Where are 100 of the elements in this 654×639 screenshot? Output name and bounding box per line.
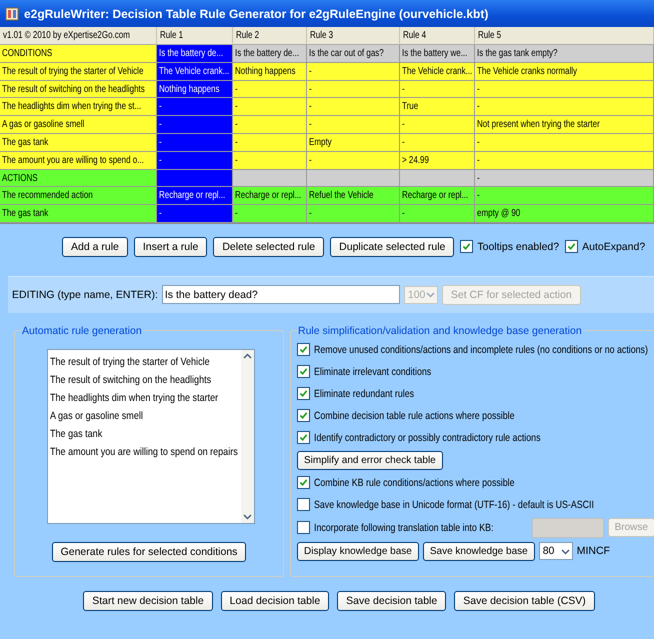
table-cell[interactable]: - [157, 116, 233, 134]
mincf-dropdown[interactable]: 80 [538, 542, 573, 560]
scroll-bar[interactable] [241, 350, 254, 523]
row-label[interactable]: The amount you are willing to spend o... [0, 152, 157, 170]
rule-button[interactable]: Delete selected rule [213, 236, 324, 257]
table-cell[interactable]: - [233, 116, 307, 134]
table-cell[interactable] [233, 170, 307, 188]
checkbox-label: AutoExpand? [582, 240, 646, 253]
row-label[interactable]: CONDITIONS [0, 45, 157, 63]
knowledge-base-button[interactable]: Display knowledge base [297, 542, 419, 561]
file-button[interactable]: Save decision table (CSV) [454, 590, 595, 611]
table-cell[interactable]: The Vehicle cranks normally [475, 62, 654, 81]
name-input-field[interactable]: Is the battery dead? [162, 285, 400, 304]
column-header[interactable]: Rule 5 [475, 27, 654, 45]
table-cell[interactable]: - [157, 152, 233, 170]
table-cell[interactable]: - [233, 152, 307, 170]
table-cell[interactable]: - [307, 152, 400, 170]
list-item[interactable]: The gas tank [50, 424, 236, 443]
table-cell[interactable]: Recharge or repl... [233, 187, 307, 206]
table-cell[interactable]: The Vehicle crank... [400, 62, 475, 81]
table-cell[interactable] [157, 170, 233, 188]
row-label[interactable]: ACTIONS [0, 170, 157, 188]
table-cell[interactable]: Nothing happens [157, 80, 233, 98]
row-label[interactable]: The headlights dim when trying the st... [0, 98, 157, 116]
row-label[interactable]: The gas tank [0, 205, 157, 223]
table-cell[interactable]: - [400, 134, 475, 152]
table-cell[interactable]: True [400, 98, 475, 116]
table-cell[interactable]: Refuel the Vehicle [307, 187, 400, 206]
row-label[interactable]: A gas or gasoline smell [0, 116, 157, 134]
group-title: Rule simplification/validation and knowledge base generation [297, 324, 583, 337]
column-header[interactable]: Rule 1 [157, 27, 233, 45]
simplify-button[interactable]: Simplify and error check table [297, 450, 443, 470]
checkbox[interactable] [297, 387, 310, 400]
table-cell[interactable]: - [475, 187, 654, 206]
table-cell[interactable]: Is the battery de... [157, 45, 233, 63]
list-item[interactable]: The result of switching on the headlights [50, 370, 236, 389]
file-button[interactable]: Save decision table [337, 590, 446, 611]
table-cell[interactable]: - [157, 134, 233, 152]
table-cell[interactable]: - [307, 205, 400, 223]
table-cell[interactable]: - [400, 116, 475, 134]
table-cell[interactable]: Empty [307, 134, 400, 152]
row-label[interactable]: The result of switching on the headlights [0, 80, 157, 98]
table-cell[interactable] [400, 170, 475, 188]
table-cell[interactable]: > 24.99 [400, 152, 475, 170]
table-cell[interactable]: Not present when trying the starter [475, 116, 654, 134]
column-header[interactable]: Rule 2 [233, 27, 307, 45]
checkbox[interactable] [297, 521, 310, 534]
table-cell[interactable]: - [233, 80, 307, 98]
table-cell[interactable]: Recharge or repl... [400, 187, 475, 206]
table-cell[interactable]: - [157, 98, 233, 116]
list-item[interactable]: The result of trying the starter of Vehicle [50, 352, 236, 371]
table-cell[interactable]: - [475, 98, 654, 116]
checkbox[interactable] [297, 365, 310, 378]
checkbox[interactable] [460, 240, 474, 254]
table-cell[interactable]: Nothing happens [233, 62, 307, 81]
column-header[interactable]: Rule 3 [307, 27, 400, 45]
knowledge-base-button[interactable]: Save knowledge base [422, 542, 535, 561]
table-cell[interactable]: Is the gas tank empty? [475, 45, 654, 63]
condition-list[interactable] [47, 348, 255, 524]
column-header[interactable]: v1.01 © 2010 by eXpertise2Go.com [0, 27, 157, 45]
table-cell[interactable]: - [307, 98, 400, 116]
file-button[interactable]: Start new decision table [83, 590, 213, 611]
file-button[interactable]: Load decision table [220, 590, 330, 611]
checkbox[interactable] [297, 431, 310, 444]
table-cell[interactable]: - [475, 152, 654, 170]
table-cell[interactable]: - [233, 205, 307, 223]
table-cell[interactable]: Is the car out of gas? [307, 45, 400, 63]
table-cell[interactable]: - [307, 116, 400, 134]
table-cell[interactable]: Is the battery we... [400, 45, 475, 63]
table-cell[interactable]: The Vehicle crank... [157, 62, 233, 81]
row-label[interactable]: The gas tank [0, 134, 157, 152]
table-cell[interactable]: - [475, 134, 654, 152]
checkbox[interactable] [297, 498, 310, 512]
table-cell[interactable]: - [475, 170, 654, 188]
table-cell[interactable]: - [233, 134, 307, 152]
generate-rules-button[interactable]: Generate rules for selected conditions [52, 542, 246, 562]
table-cell[interactable]: - [307, 62, 400, 81]
list-item[interactable]: A gas or gasoline smell [50, 406, 236, 425]
row-label[interactable]: The result of trying the starter of Vehicle [0, 62, 157, 81]
checkbox[interactable] [297, 476, 310, 490]
rule-button[interactable]: Duplicate selected rule [330, 236, 454, 257]
row-label[interactable]: The recommended action [0, 187, 157, 206]
table-cell[interactable]: - [400, 205, 475, 223]
table-cell[interactable]: Is the battery de... [233, 45, 307, 63]
rule-button[interactable]: Add a rule [62, 236, 128, 257]
rule-button[interactable]: Insert a rule [134, 236, 208, 257]
checkbox[interactable] [565, 240, 578, 254]
table-cell[interactable] [307, 170, 400, 188]
table-cell[interactable]: empty @ 90 [475, 205, 654, 223]
table-cell[interactable]: - [157, 205, 233, 223]
list-item[interactable]: The headlights dim when trying the starter [50, 388, 236, 407]
table-cell[interactable]: - [307, 80, 400, 98]
table-cell[interactable]: - [475, 80, 654, 98]
list-item[interactable]: The amount you are willing to spend on repairs [50, 442, 236, 461]
table-cell[interactable]: - [400, 80, 475, 98]
column-header[interactable]: Rule 4 [400, 27, 475, 45]
table-cell[interactable]: - [233, 98, 307, 116]
checkbox[interactable] [297, 343, 310, 356]
checkbox[interactable] [297, 409, 310, 422]
table-cell[interactable]: Recharge or repl... [157, 187, 233, 206]
